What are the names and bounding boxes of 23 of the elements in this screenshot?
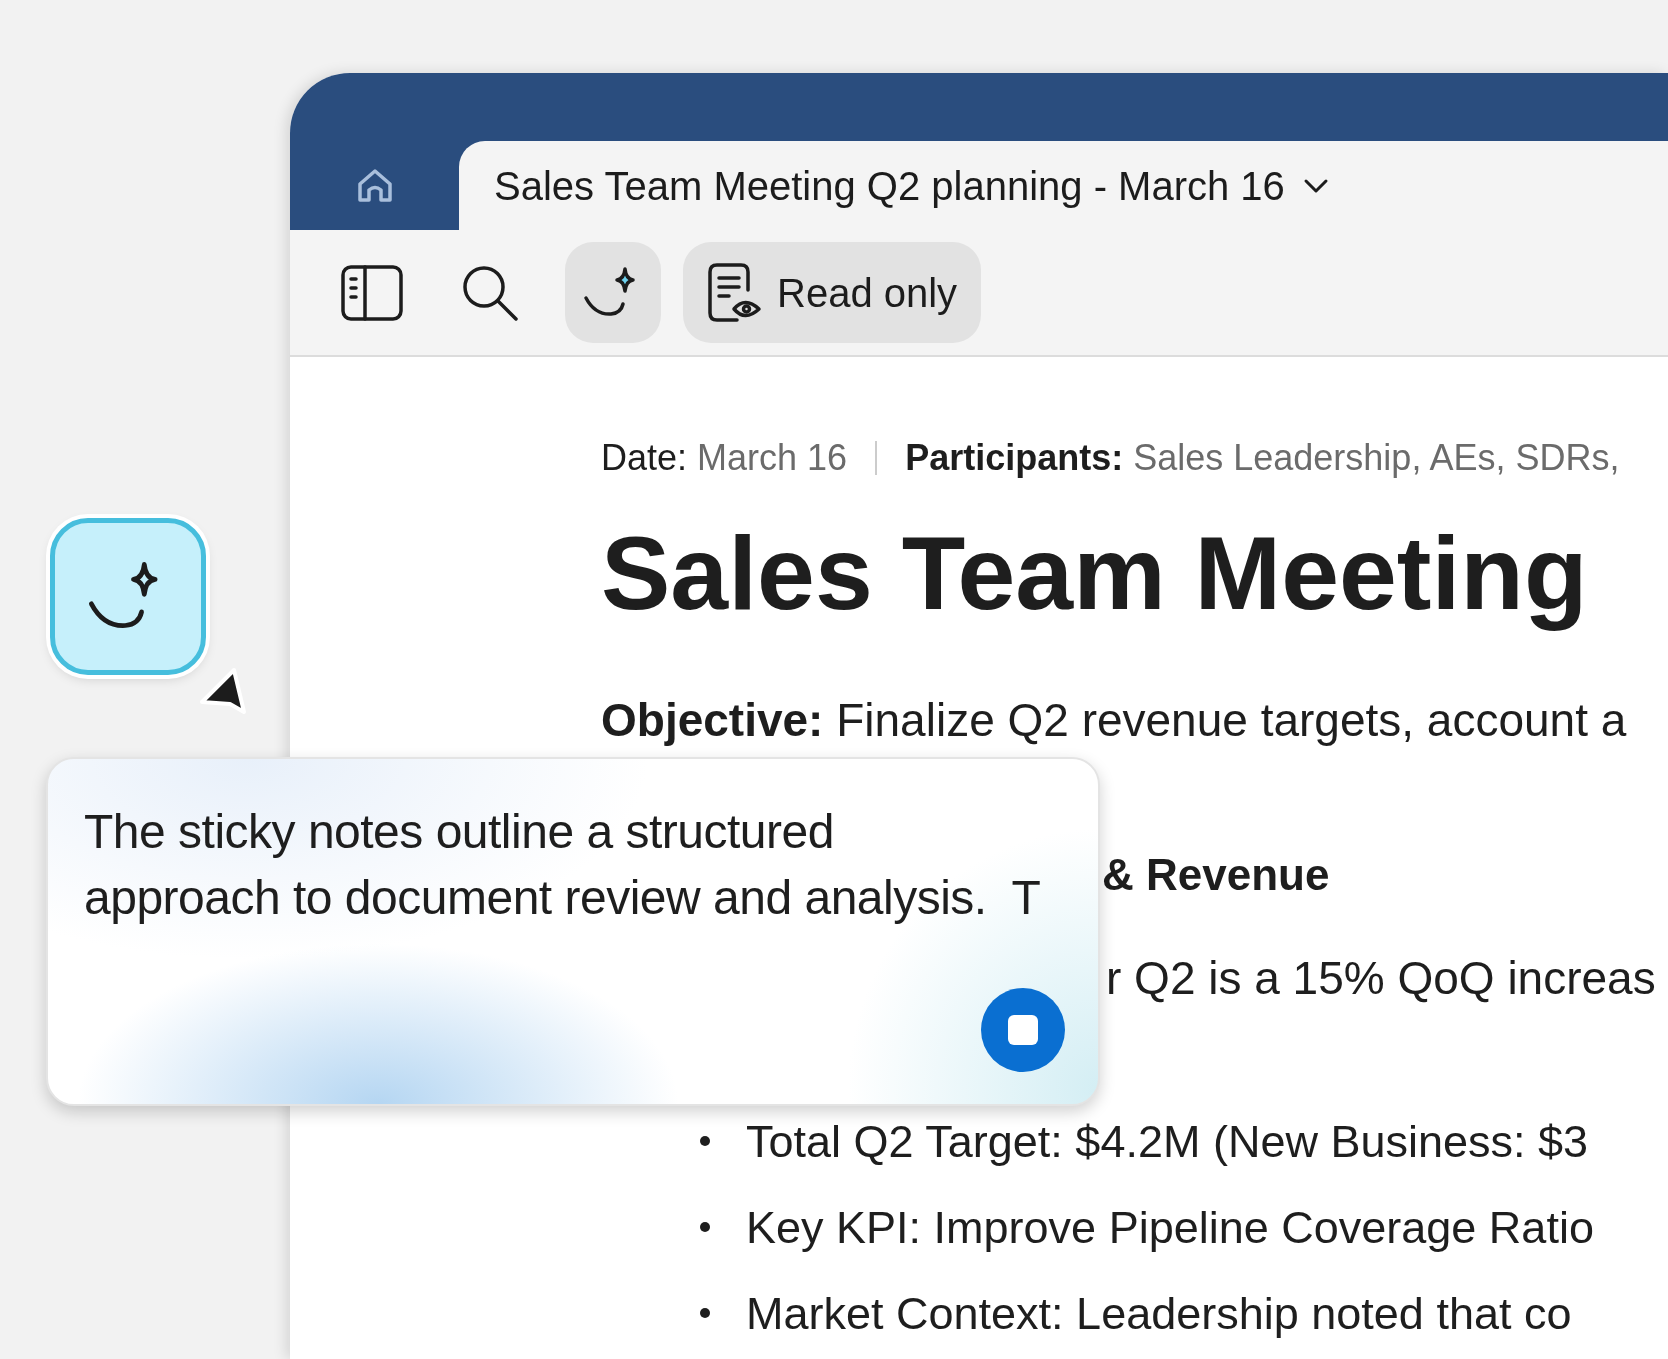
paragraph-text: r Q2 is a 15% QoQ increas [1106,951,1656,1007]
chevron-down-icon [1302,177,1329,194]
bullet-text: Total Q2 Target: $4.2M (New Business: $3 [746,1114,1589,1169]
bullet-text: Key KPI: Improve Pipeline Coverage Ratio [746,1200,1594,1255]
sidebar-icon [341,264,403,321]
date-label: Date: [601,436,688,480]
document-eye-icon [707,261,763,324]
bullet-icon [700,1222,710,1233]
search-icon [461,263,519,322]
bullet-icon [700,1136,710,1147]
bullet-text: Market Context: Leadership noted that co [746,1286,1572,1341]
date-value: March 16 [697,436,848,480]
stop-icon [1006,1013,1040,1047]
participants-value: Sales Leadership, AEs, SDRs, [1133,436,1620,480]
section-heading: & Revenue [1102,849,1330,902]
response-text: The sticky notes outline a structured approach to document review and analysis. T [84,804,1042,926]
read-only-button[interactable]: Read only [683,242,982,343]
document-title: Sales Team Meeting [601,516,1589,631]
assistant-button[interactable] [565,242,661,343]
objective-text: Objective: Finalize Q2 revenue targets, account a [601,693,1627,749]
document-tab[interactable]: Sales Team Meeting Q2 planning - March 16 [459,141,1668,230]
bullet-icon [700,1308,710,1319]
participants-label: Participants: [905,436,1124,480]
